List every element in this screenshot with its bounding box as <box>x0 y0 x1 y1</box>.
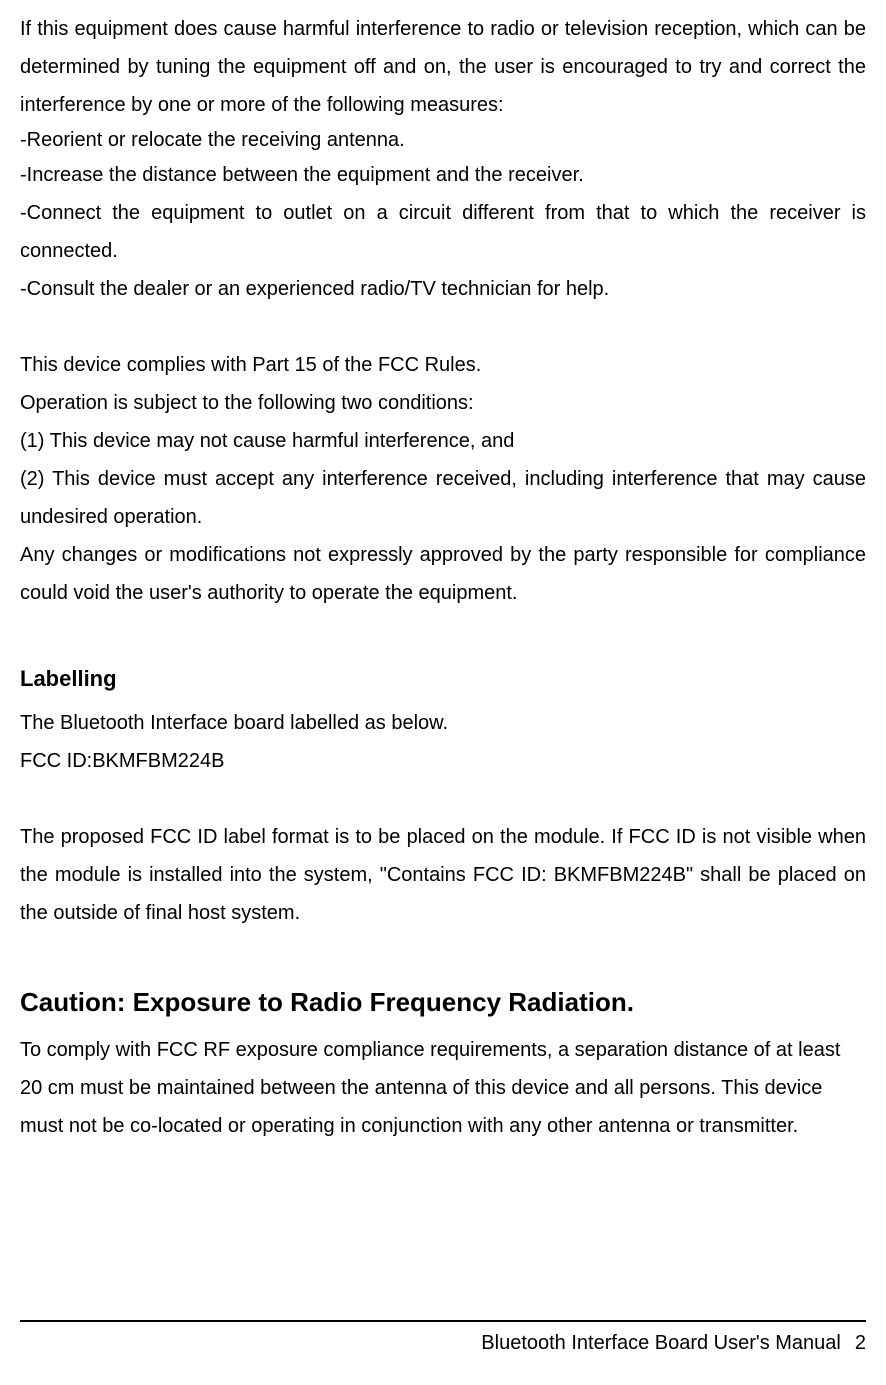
spacer <box>20 612 866 650</box>
caution-p1: To comply with FCC RF exposure complianc… <box>20 1031 866 1145</box>
compliance-line-1: This device complies with Part 15 of the… <box>20 346 866 384</box>
measure-2: -Increase the distance between the equip… <box>20 156 866 194</box>
footer-divider <box>20 1320 866 1322</box>
labelling-heading: Labelling <box>20 658 866 700</box>
spacer <box>20 780 866 818</box>
document-body: If this equipment does cause harmful int… <box>20 10 866 1145</box>
labelling-p3: The proposed FCC ID label format is to b… <box>20 818 866 932</box>
page-number: 2 <box>855 1332 866 1355</box>
labelling-fccid: FCC ID:BKMFBM224B <box>20 742 866 780</box>
compliance-line-2: Operation is subject to the following tw… <box>20 384 866 422</box>
compliance-changes: Any changes or modifications not express… <box>20 536 866 612</box>
caution-heading: Caution: Exposure to Radio Frequency Rad… <box>20 978 866 1027</box>
footer-text: Bluetooth Interface Board User's Manual … <box>20 1332 866 1355</box>
page-footer: Bluetooth Interface Board User's Manual … <box>20 1320 866 1355</box>
measure-4: -Consult the dealer or an experienced ra… <box>20 270 866 308</box>
condition-1: (1) This device may not cause harmful in… <box>20 422 866 460</box>
measure-1: -Reorient or relocate the receiving ante… <box>20 124 866 156</box>
spacer <box>20 932 866 970</box>
spacer <box>20 308 866 346</box>
measure-3: -Connect the equipment to outlet on a ci… <box>20 194 866 270</box>
footer-title: Bluetooth Interface Board User's Manual <box>481 1332 841 1355</box>
labelling-p1: The Bluetooth Interface board labelled a… <box>20 704 866 742</box>
condition-2: (2) This device must accept any interfer… <box>20 460 866 536</box>
intro-paragraph: If this equipment does cause harmful int… <box>20 10 866 124</box>
